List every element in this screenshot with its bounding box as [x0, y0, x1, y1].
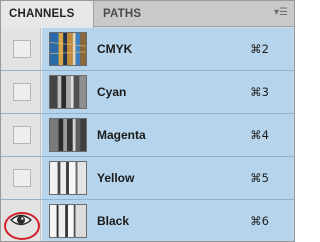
- channel-thumbnail: [49, 32, 87, 66]
- channel-shortcut: ⌘3: [250, 85, 269, 99]
- panel-menu-icon[interactable]: ▾☰: [274, 8, 288, 18]
- channel-name: CMYK: [97, 42, 133, 56]
- channel-thumbnail: [49, 161, 87, 195]
- highlight-ring: [4, 212, 40, 240]
- visibility-column: [1, 28, 41, 70]
- visibility-toggle[interactable]: [13, 40, 31, 58]
- visibility-toggle[interactable]: [13, 169, 31, 187]
- tab-paths[interactable]: PATHS: [95, 1, 149, 27]
- channel-row-cyan[interactable]: Cyan ⌘3: [1, 71, 294, 114]
- channel-name: Yellow: [97, 171, 135, 185]
- visibility-toggle[interactable]: [13, 126, 31, 144]
- visibility-column: [1, 71, 41, 113]
- channel-row-cmyk[interactable]: CMYK ⌘2: [1, 28, 294, 71]
- channel-shortcut: ⌘6: [250, 214, 269, 228]
- channel-list: CMYK ⌘2 Cyan ⌘3 Magenta ⌘4 Yellow ⌘5 Bla…: [1, 28, 294, 241]
- visibility-toggle[interactable]: [13, 83, 31, 101]
- channel-row-black[interactable]: Black ⌘6: [1, 200, 294, 241]
- channel-thumbnail: [49, 118, 87, 152]
- channels-panel: CHANNELS PATHS ▾☰ CMYK ⌘2 Cyan ⌘3 Magent…: [0, 0, 295, 242]
- visibility-column: [1, 157, 41, 199]
- visibility-column: [1, 114, 41, 156]
- channel-thumbnail: [49, 204, 87, 238]
- channel-row-magenta[interactable]: Magenta ⌘4: [1, 114, 294, 157]
- channel-shortcut: ⌘2: [250, 42, 269, 56]
- channel-shortcut: ⌘5: [250, 171, 269, 185]
- channel-name: Black: [97, 214, 130, 228]
- panel-tab-bar: CHANNELS PATHS ▾☰: [1, 1, 294, 28]
- channel-shortcut: ⌘4: [250, 128, 269, 142]
- channel-thumbnail: [49, 75, 87, 109]
- channel-name: Magenta: [97, 128, 146, 142]
- tab-channels[interactable]: CHANNELS: [1, 1, 94, 28]
- channel-row-yellow[interactable]: Yellow ⌘5: [1, 157, 294, 200]
- channel-name: Cyan: [97, 85, 127, 99]
